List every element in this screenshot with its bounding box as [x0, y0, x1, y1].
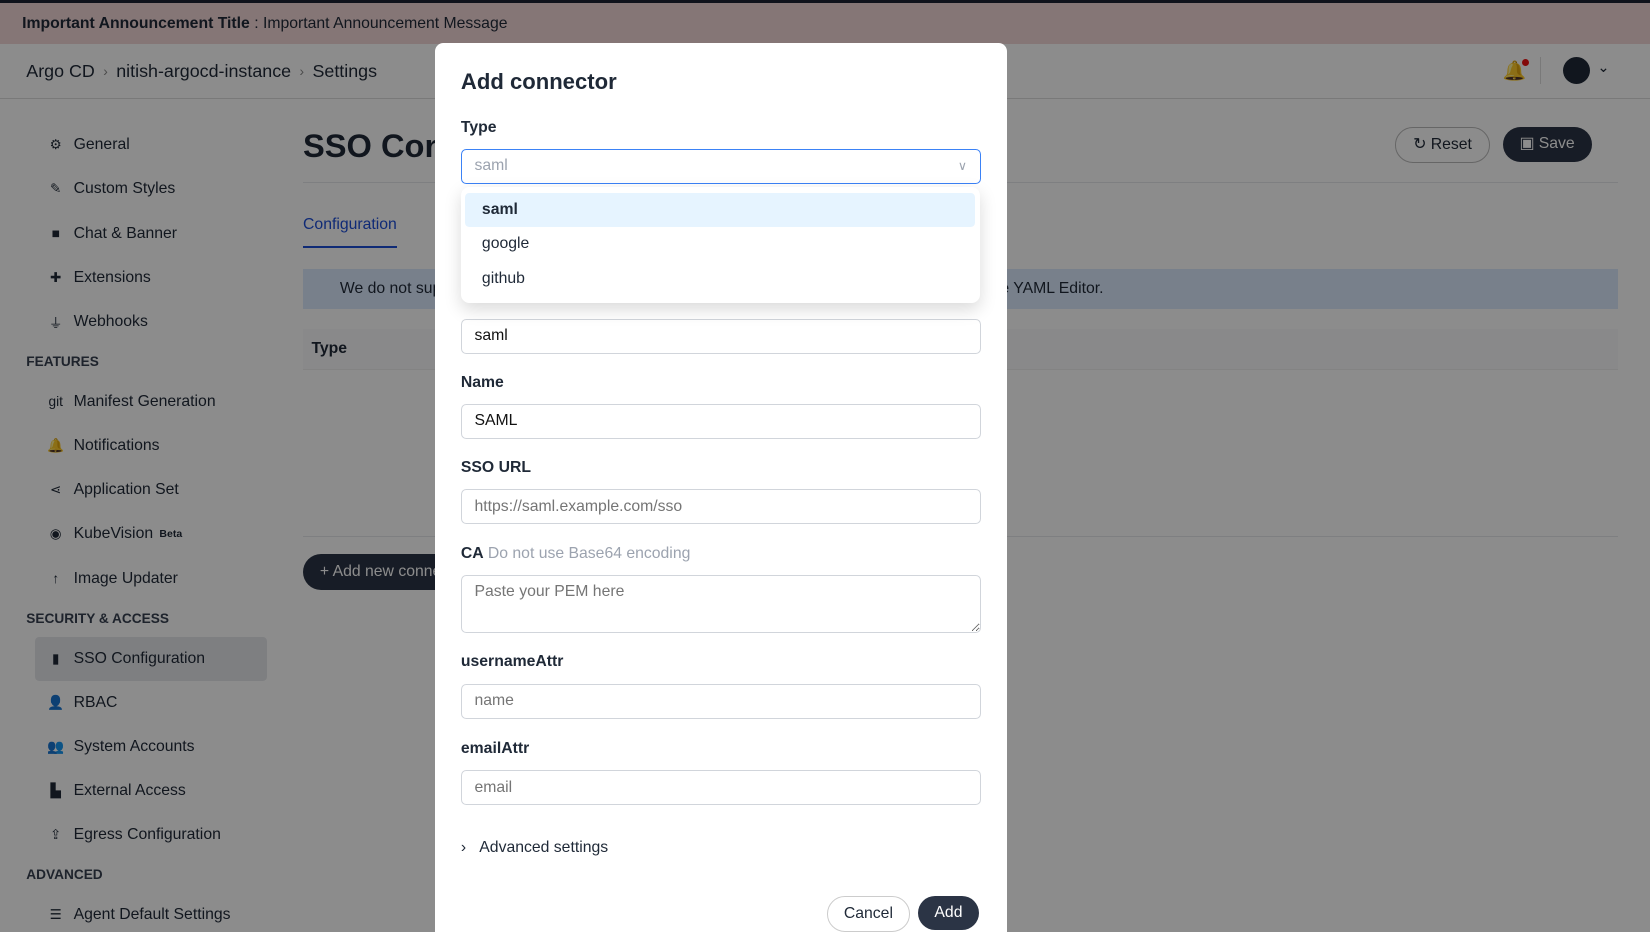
ca-textarea[interactable] — [460, 574, 981, 634]
email-attr-input[interactable] — [460, 770, 981, 805]
email-attr-label: emailAttr — [460, 739, 530, 757]
chevron-down-icon: ∨ — [957, 159, 968, 174]
advanced-settings-label: Advanced settings — [479, 838, 609, 856]
type-select-value: saml — [474, 157, 508, 175]
sso-url-label: SSO URL — [460, 458, 531, 476]
option-github[interactable]: github — [465, 262, 975, 297]
option-google[interactable]: google — [465, 227, 975, 262]
sso-url-input[interactable] — [460, 489, 981, 525]
add-connector-modal: Add connector Type saml ∨ saml google git… — [434, 43, 1008, 932]
cancel-button[interactable]: Cancel — [827, 895, 910, 932]
option-saml[interactable]: saml — [465, 192, 976, 228]
modal-title: Add connector — [460, 69, 617, 95]
chevron-right-icon: › — [460, 838, 480, 856]
type-dropdown: saml google github — [460, 187, 980, 304]
name-label: Name — [460, 373, 504, 391]
username-attr-input[interactable] — [460, 683, 981, 719]
ca-label-text: CA — [460, 545, 484, 563]
type-label: Type — [460, 118, 497, 136]
username-attr-label: usernameAttr — [460, 653, 564, 671]
ca-hint: Do not use Base64 encoding — [487, 545, 691, 563]
type-select[interactable]: saml ∨ — [460, 149, 981, 185]
add-button[interactable]: Add — [917, 895, 980, 931]
advanced-settings-toggle[interactable]: › Advanced settings — [461, 839, 608, 857]
id-input[interactable] — [460, 318, 981, 354]
ca-label: CA Do not use Base64 encoding — [461, 545, 690, 563]
name-input[interactable] — [460, 404, 981, 439]
